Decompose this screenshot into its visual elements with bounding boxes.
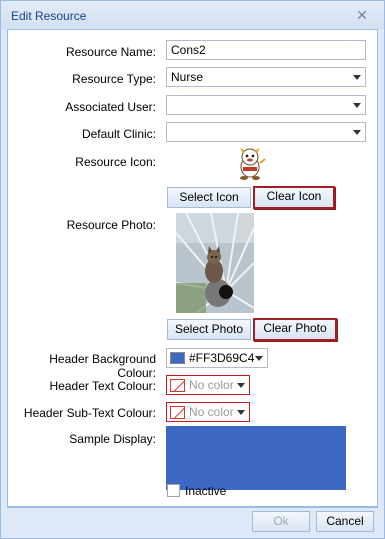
resource-photo-label: Resource Photo: <box>66 218 156 232</box>
inactive-checkbox[interactable] <box>167 484 180 497</box>
chevron-down-icon[interactable] <box>349 123 365 141</box>
clear-photo-button[interactable]: Clear Photo <box>253 318 337 341</box>
no-color-icon <box>170 405 185 419</box>
kitten-photo <box>176 213 254 313</box>
ok-button[interactable]: Ok <box>252 511 310 532</box>
clear-icon-button[interactable]: Clear Icon <box>253 186 335 209</box>
cancel-button[interactable]: Cancel <box>316 511 374 532</box>
select-icon-button[interactable]: Select Icon <box>167 187 251 208</box>
no-color-icon <box>170 378 185 392</box>
resource-type-select[interactable]: Nurse <box>166 67 366 87</box>
header-bg-colour-label: Header Background Colour: <box>49 352 156 380</box>
resource-name-value: Cons2 <box>171 43 206 57</box>
resource-name-label: Resource Name: <box>65 45 156 59</box>
sample-display-label: Sample Display: <box>69 432 156 446</box>
dialog-title: Edit Resource <box>11 9 87 23</box>
sample-display <box>166 426 346 490</box>
associated-user-select[interactable] <box>166 95 366 115</box>
chevron-down-icon[interactable] <box>237 383 245 388</box>
chevron-down-icon[interactable] <box>349 96 365 114</box>
chevron-down-icon[interactable] <box>349 68 365 86</box>
edit-resource-dialog: Edit Resource ✕ Resource Name: Cons2 Res… <box>0 0 385 539</box>
colour-swatch <box>170 352 185 364</box>
header-subtext-colour-value: No color <box>189 405 234 419</box>
header-text-colour-value: No color <box>189 378 234 392</box>
resource-type-label: Resource Type: <box>72 72 156 86</box>
header-subtext-colour-label: Header Sub-Text Colour: <box>23 406 156 420</box>
resource-name-input[interactable]: Cons2 <box>166 40 366 60</box>
header-bg-colour-value: #FF3D69C4 <box>189 351 255 365</box>
default-clinic-select[interactable] <box>166 122 366 142</box>
header-text-colour-label: Header Text Colour: <box>49 379 157 393</box>
header-subtext-colour-picker[interactable]: No color <box>166 402 250 422</box>
header-bg-colour-picker[interactable]: #FF3D69C4 <box>166 348 268 368</box>
cartoon-character-icon <box>234 147 266 181</box>
resource-icon-label: Resource Icon: <box>75 155 156 169</box>
chevron-down-icon[interactable] <box>237 410 245 415</box>
chevron-down-icon[interactable] <box>255 356 263 361</box>
title-bar: Edit Resource ✕ <box>1 1 384 29</box>
inactive-label: Inactive <box>185 484 227 498</box>
resource-type-value: Nurse <box>171 70 204 84</box>
header-text-colour-picker[interactable]: No color <box>166 375 250 395</box>
select-photo-button[interactable]: Select Photo <box>167 319 251 340</box>
close-icon[interactable]: ✕ <box>355 8 369 22</box>
associated-user-label: Associated User: <box>65 100 156 114</box>
footer-divider <box>7 507 378 508</box>
form-panel: Resource Name: Cons2 Resource Type: Nurs… <box>7 29 378 507</box>
default-clinic-label: Default Clinic: <box>81 127 156 141</box>
